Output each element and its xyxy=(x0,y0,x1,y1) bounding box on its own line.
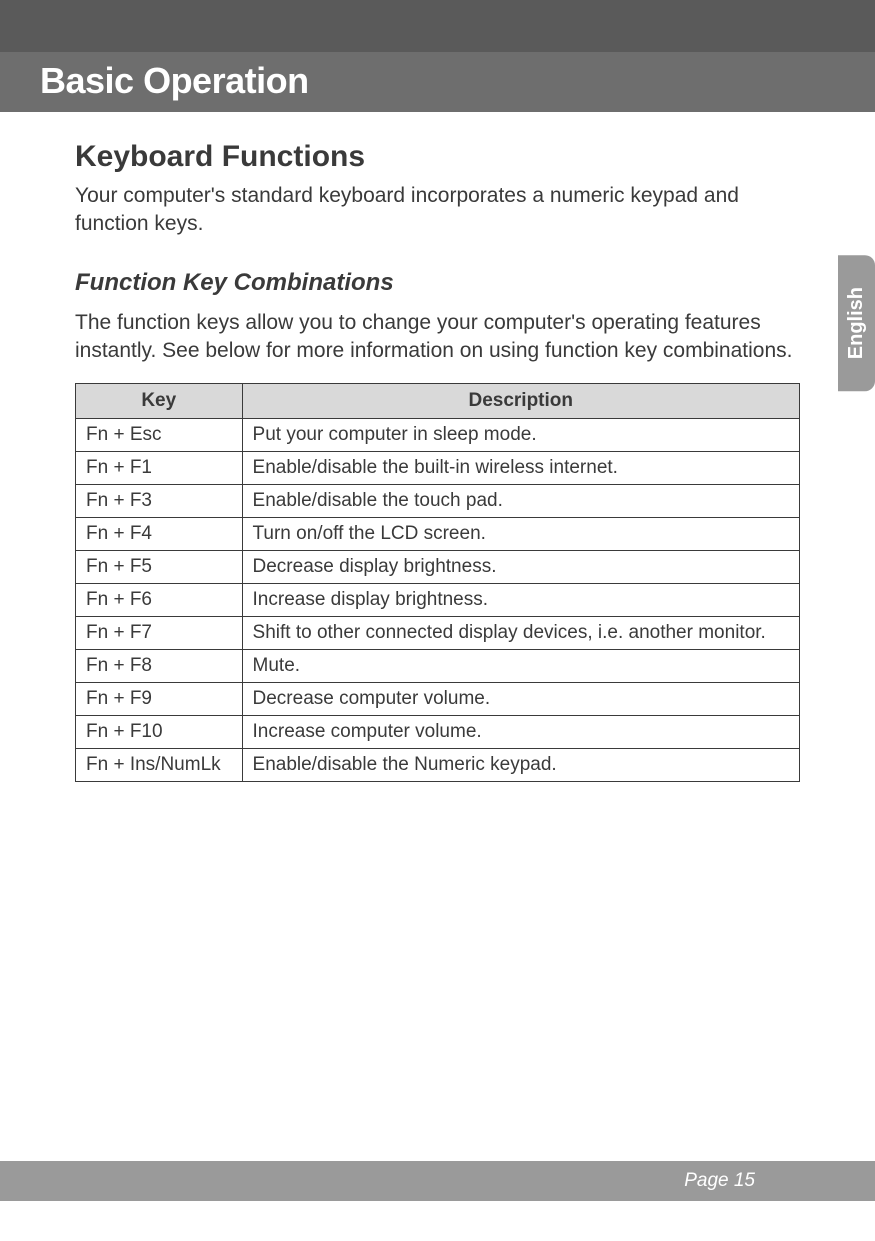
page-number: Page 15 xyxy=(684,1170,755,1192)
table-header-desc: Description xyxy=(242,384,799,419)
table-row: Fn + F3Enable/disable the touch pad. xyxy=(76,485,800,518)
footer-bar: Page 15 xyxy=(0,1161,875,1201)
subsection-intro: The function keys allow you to change yo… xyxy=(75,309,800,366)
table-row: Fn + F8Mute. xyxy=(76,650,800,683)
cell-key: Fn + F4 xyxy=(76,518,243,551)
table-row: Fn + F4Turn on/off the LCD screen. xyxy=(76,518,800,551)
language-tab: English xyxy=(838,255,875,391)
cell-desc: Increase computer volume. xyxy=(242,716,799,749)
cell-key: Fn + F1 xyxy=(76,452,243,485)
cell-desc: Enable/disable the Numeric keypad. xyxy=(242,749,799,782)
cell-desc: Turn on/off the LCD screen. xyxy=(242,518,799,551)
cell-key: Fn + F3 xyxy=(76,485,243,518)
table-header-key: Key xyxy=(76,384,243,419)
cell-key: Fn + Esc xyxy=(76,419,243,452)
cell-desc: Enable/disable the touch pad. xyxy=(242,485,799,518)
chapter-title: Basic Operation xyxy=(40,60,835,102)
table-row: Fn + F9Decrease computer volume. xyxy=(76,683,800,716)
table-row: Fn + F10Increase computer volume. xyxy=(76,716,800,749)
table-body: Fn + EscPut your computer in sleep mode.… xyxy=(76,419,800,782)
cell-desc: Decrease computer volume. xyxy=(242,683,799,716)
cell-key: Fn + Ins/NumLk xyxy=(76,749,243,782)
cell-key: Fn + F9 xyxy=(76,683,243,716)
table-row: Fn + F1Enable/disable the built-in wirel… xyxy=(76,452,800,485)
cell-desc: Increase display brightness. xyxy=(242,584,799,617)
table-row: Fn + F7Shift to other connected display … xyxy=(76,617,800,650)
cell-desc: Enable/disable the built-in wireless int… xyxy=(242,452,799,485)
cell-key: Fn + F7 xyxy=(76,617,243,650)
cell-desc: Mute. xyxy=(242,650,799,683)
header-title-bar: Basic Operation xyxy=(0,52,875,112)
cell-desc: Shift to other connected display devices… xyxy=(242,617,799,650)
table-header-row: Key Description xyxy=(76,384,800,419)
section-intro: Your computer's standard keyboard incorp… xyxy=(75,182,800,239)
section-title: Keyboard Functions xyxy=(75,140,800,174)
table-row: Fn + Ins/NumLkEnable/disable the Numeric… xyxy=(76,749,800,782)
cell-desc: Decrease display brightness. xyxy=(242,551,799,584)
cell-key: Fn + F6 xyxy=(76,584,243,617)
content-area: Keyboard Functions Your computer's stand… xyxy=(0,112,875,782)
cell-key: Fn + F5 xyxy=(76,551,243,584)
cell-key: Fn + F8 xyxy=(76,650,243,683)
table-row: Fn + F6Increase display brightness. xyxy=(76,584,800,617)
header-top-bar xyxy=(0,0,875,52)
cell-key: Fn + F10 xyxy=(76,716,243,749)
table-row: Fn + F5Decrease display brightness. xyxy=(76,551,800,584)
cell-desc: Put your computer in sleep mode. xyxy=(242,419,799,452)
subsection-title: Function Key Combinations xyxy=(75,269,800,297)
table-row: Fn + EscPut your computer in sleep mode. xyxy=(76,419,800,452)
function-key-table: Key Description Fn + EscPut your compute… xyxy=(75,383,800,782)
